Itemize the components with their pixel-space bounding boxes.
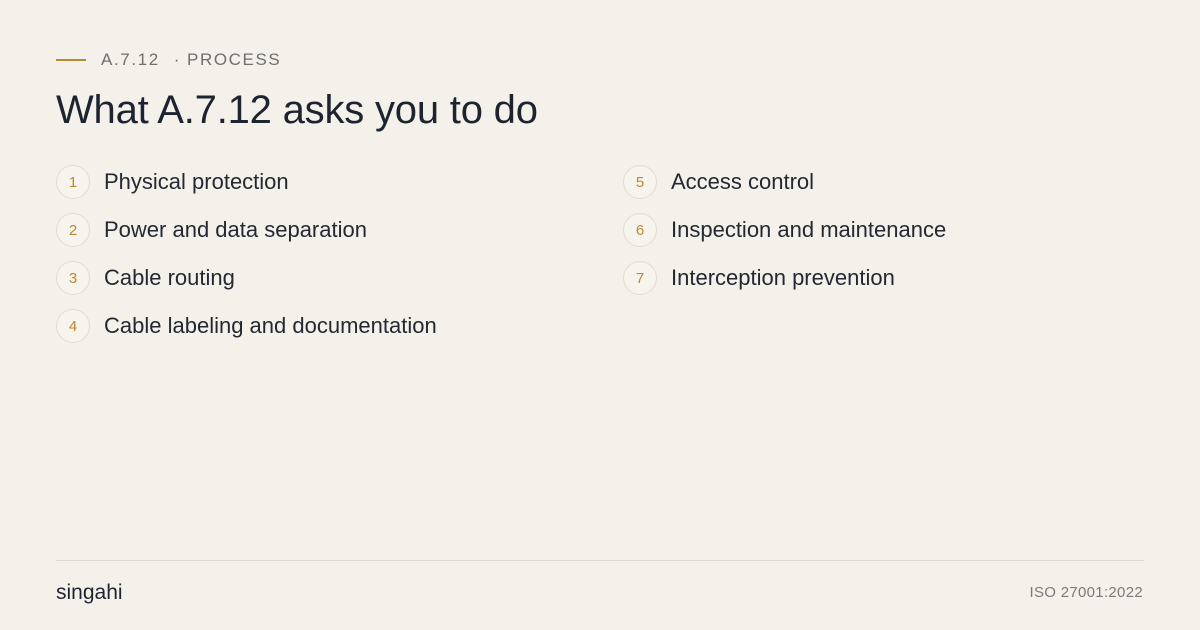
steps-list-right: 5 Access control 6 Inspection and mainte… [623, 165, 946, 309]
list-item: 3 Cable routing [56, 261, 437, 295]
footer-divider [56, 560, 1144, 561]
list-item: 2 Power and data separation [56, 213, 437, 247]
step-label: Access control [671, 169, 815, 194]
standard-label: ISO 27001:2022 [1029, 584, 1143, 601]
step-number: 4 [56, 309, 90, 343]
category-label: PROCESS [187, 50, 282, 69]
list-item: 1 Physical protection [56, 165, 437, 199]
control-id: A.7.12 [101, 50, 160, 69]
step-number: 1 [56, 165, 90, 199]
list-item: 7 Interception prevention [623, 261, 946, 295]
step-label: Inspection and maintenance [671, 217, 947, 242]
eyebrow-rule [56, 59, 86, 61]
list-item: 4 Cable labeling and documentation [56, 309, 437, 343]
step-label: Power and data separation [104, 217, 367, 242]
step-number: 7 [623, 261, 657, 295]
step-label: Cable labeling and documentation [104, 313, 437, 338]
brand-name: singahi [56, 581, 123, 604]
step-number: 2 [56, 213, 90, 247]
step-number: 3 [56, 261, 90, 295]
page-title: What A.7.12 asks you to do [56, 88, 538, 132]
eyebrow: A.7.12 · PROCESS [56, 50, 281, 70]
step-number: 5 [623, 165, 657, 199]
step-number: 6 [623, 213, 657, 247]
list-item: 5 Access control [623, 165, 946, 199]
step-label: Physical protection [104, 169, 289, 194]
step-label: Interception prevention [671, 265, 895, 290]
steps-list-left: 1 Physical protection 2 Power and data s… [56, 165, 437, 357]
eyebrow-separator: · [173, 50, 182, 69]
list-item: 6 Inspection and maintenance [623, 213, 946, 247]
step-label: Cable routing [104, 265, 235, 290]
